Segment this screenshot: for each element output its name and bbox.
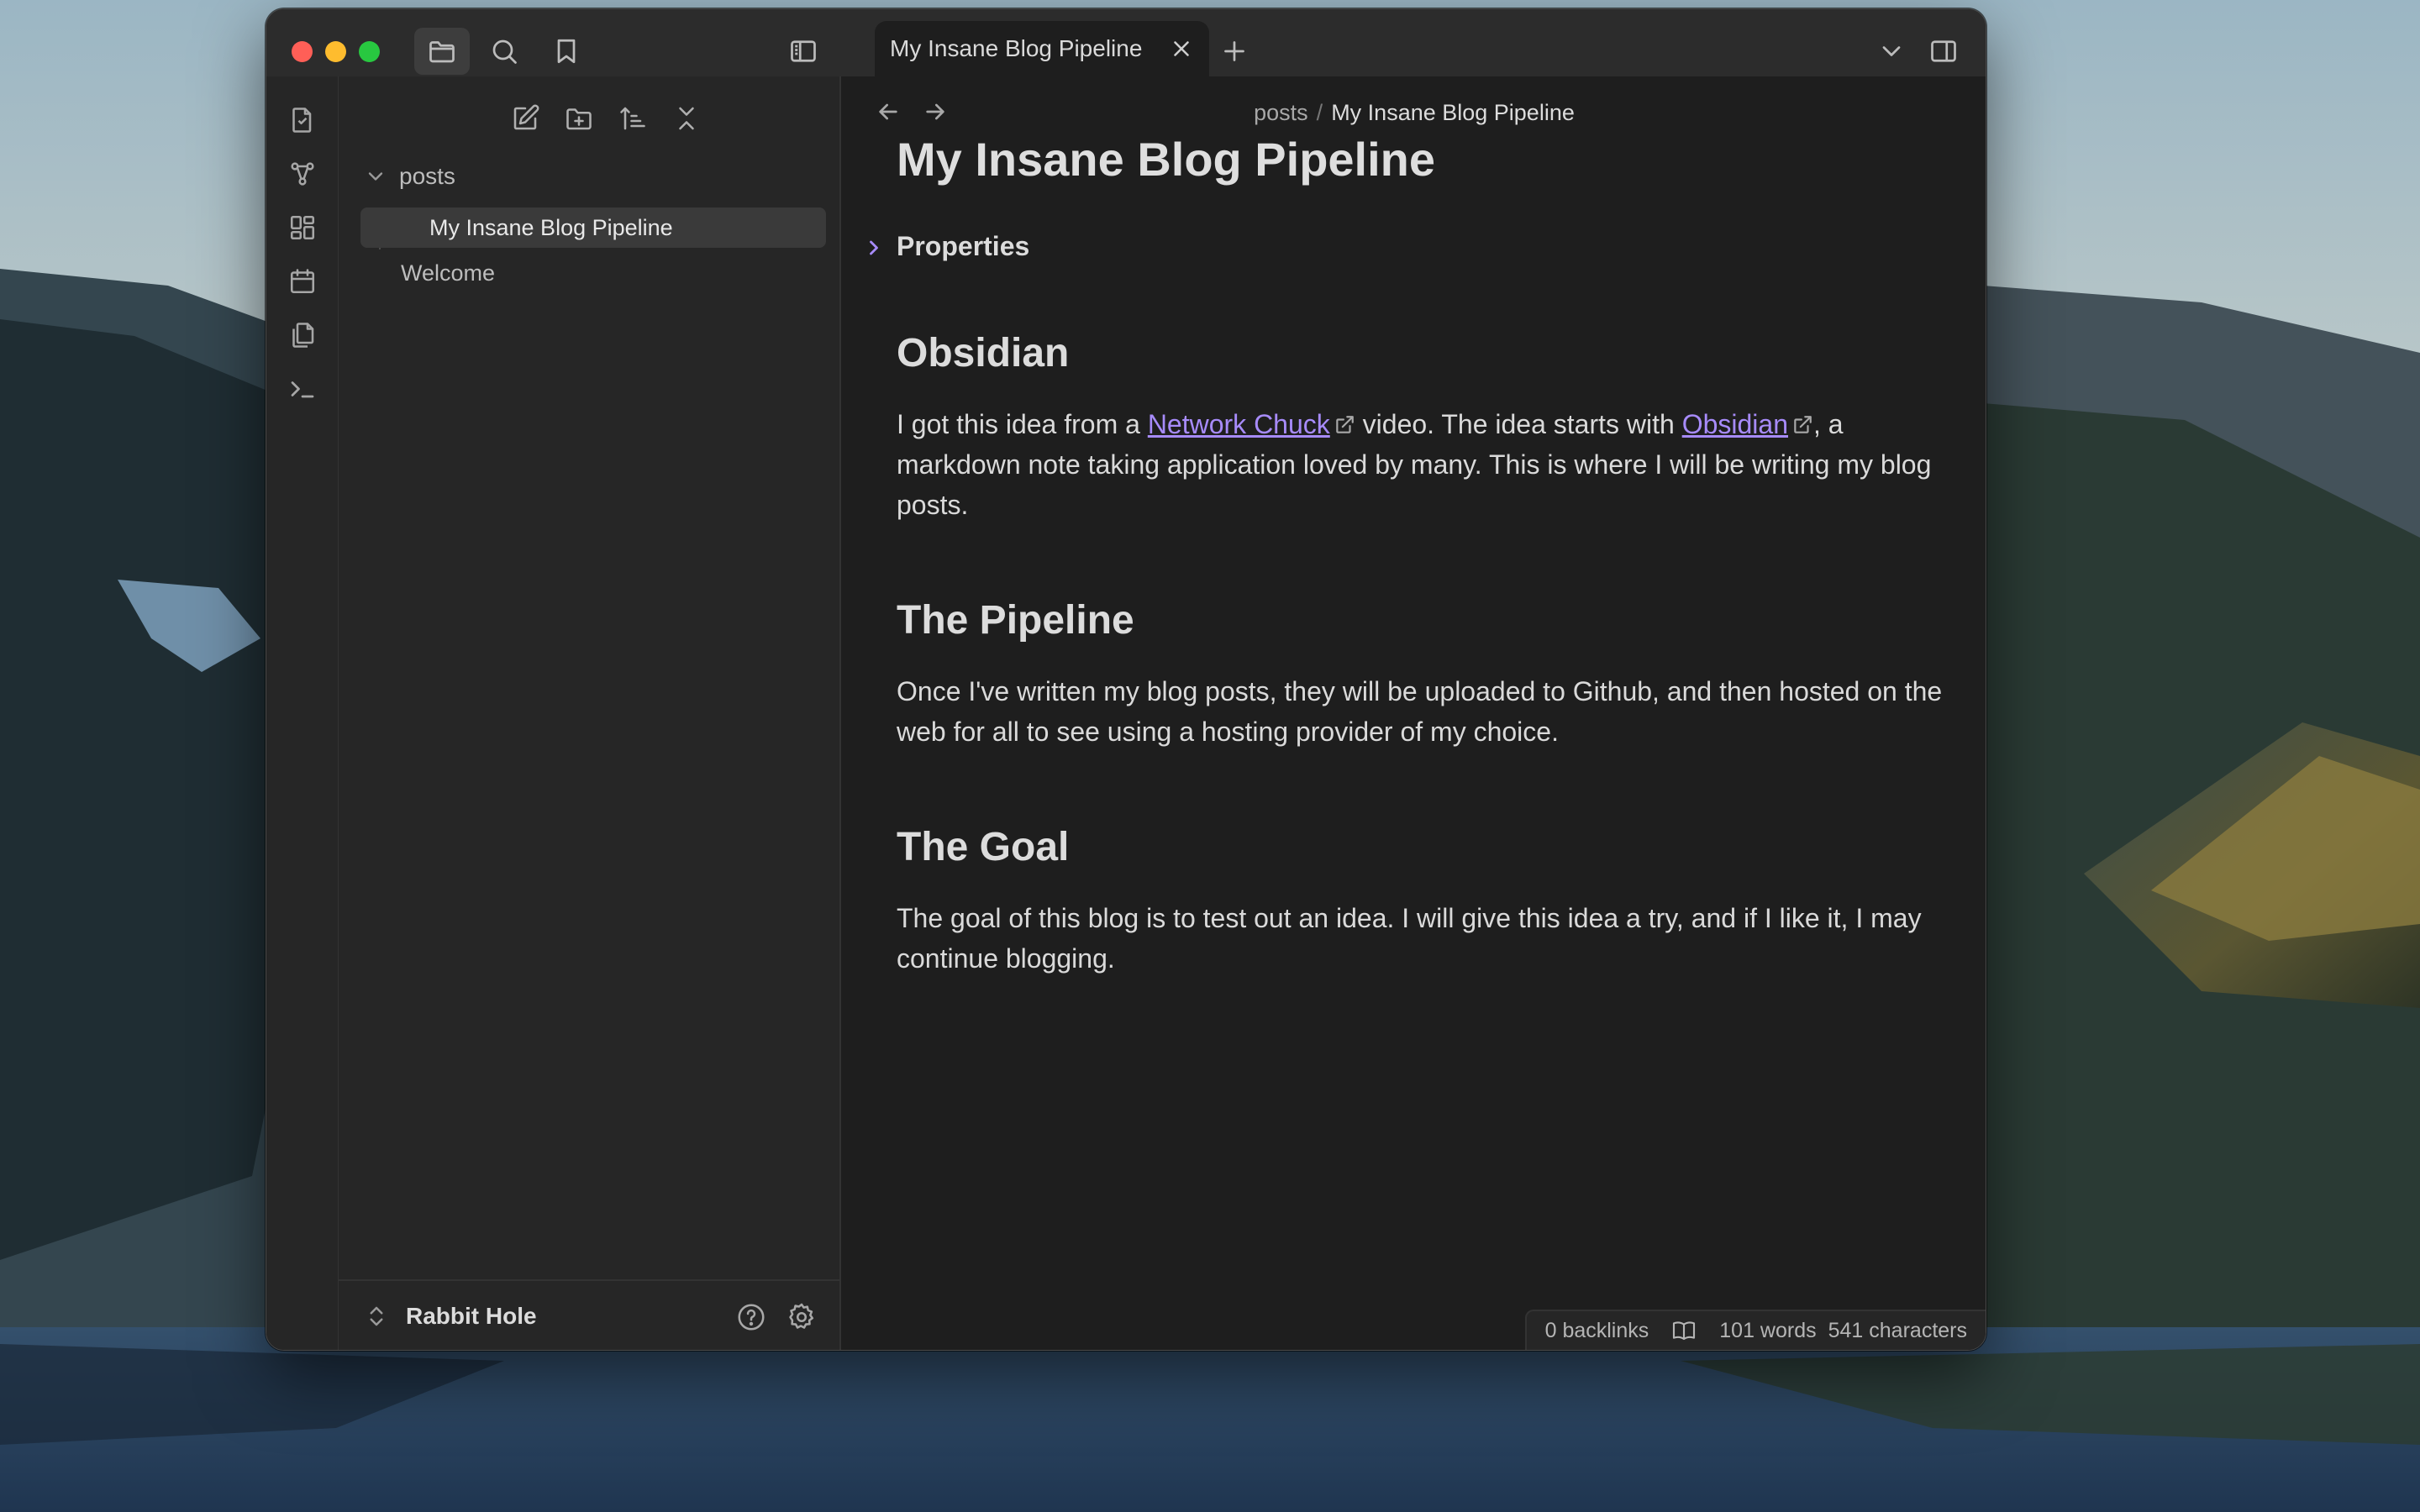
new-tab-button[interactable] (1214, 28, 1255, 75)
zoom-window-button[interactable] (359, 41, 380, 62)
bookmarks-tab-button[interactable] (539, 28, 594, 75)
app-window: My Insane Blog Pipeline posts My Insane … (266, 8, 1986, 1351)
vault-name[interactable]: Rabbit Hole (406, 1303, 537, 1330)
page-title: My Insane Blog Pipeline (897, 133, 1436, 186)
search-icon (492, 39, 517, 64)
templates-button[interactable] (284, 317, 321, 354)
folder-posts[interactable]: posts (364, 159, 455, 194)
new-folder-icon (566, 108, 592, 130)
close-tab-button[interactable] (1169, 36, 1194, 61)
properties-toggle[interactable]: Properties (897, 231, 1029, 262)
graph-view-icon (291, 162, 314, 186)
network-chuck-link[interactable]: Network Chuck (1148, 409, 1330, 439)
folder-label: posts (399, 163, 455, 189)
paragraph-goal: The goal of this blog is to test out an … (897, 903, 1922, 974)
chevron-right-icon[interactable] (862, 236, 886, 260)
open-quick-switcher-icon (292, 108, 312, 133)
minimize-window-button[interactable] (325, 41, 346, 62)
paragraph-pipeline: Once I've written my blog posts, they wi… (897, 676, 1943, 747)
character-count: 541 characters (1828, 1318, 1967, 1342)
paragraph-obsidian: I got this idea from a Network Chuck vid… (897, 404, 1947, 525)
tab-my-insane-blog-pipeline[interactable]: My Insane Blog Pipeline (875, 21, 1209, 76)
file-label: My Insane Blog Pipeline (429, 214, 673, 240)
templates-icon (292, 323, 314, 348)
canvas-button[interactable] (284, 209, 321, 246)
gear-icon (789, 1303, 814, 1329)
title-bar: My Insane Blog Pipeline (266, 9, 1986, 76)
tab-title: My Insane Blog Pipeline (890, 35, 1143, 61)
file-label: Welcome (401, 260, 496, 286)
sort-icon (620, 107, 645, 130)
help-icon (738, 1304, 765, 1331)
chevron-down-icon (368, 172, 383, 181)
command-palette-button[interactable] (284, 370, 321, 407)
document-content: My Insane Blog Pipeline Properties Obsid… (843, 76, 1986, 1350)
file-explorer-sidebar: posts My Insane Blog Pipeline Welcome Ra… (339, 76, 841, 1350)
status-bar: 0 backlinks 101 words 541 characters (1524, 1310, 1986, 1350)
obsidian-link[interactable]: Obsidian (1682, 409, 1788, 439)
vault-switcher-icon[interactable] (364, 1303, 389, 1330)
toggle-left-sidebar-button[interactable] (776, 28, 831, 75)
reading-view-icon[interactable] (1670, 1317, 1697, 1344)
new-note-button[interactable] (505, 98, 545, 139)
collapse-all-button[interactable] (666, 98, 707, 139)
graph-view-button[interactable] (284, 155, 321, 192)
chevron-down-icon (1882, 46, 1901, 56)
daily-note-button[interactable] (284, 263, 321, 300)
new-note-icon (513, 104, 539, 130)
backlinks-count[interactable]: 0 backlinks (1545, 1319, 1649, 1343)
toggle-right-sidebar-button[interactable] (1922, 28, 1965, 75)
file-welcome[interactable]: Welcome (360, 253, 826, 293)
open-quick-switcher-button[interactable] (284, 102, 321, 139)
new-folder-button[interactable] (559, 98, 599, 139)
left-ribbon (266, 76, 339, 1350)
help-button[interactable] (735, 1301, 769, 1335)
paragraph-text: video. The idea starts with (1355, 409, 1682, 439)
heading-the-goal: The Goal (897, 825, 1070, 869)
tab-list-button[interactable] (1871, 28, 1912, 75)
files-tab-button[interactable] (414, 28, 470, 75)
right-sidebar-icon (1931, 40, 1956, 62)
external-link-icon (1336, 416, 1354, 433)
command-palette-icon (291, 381, 314, 398)
heading-the-pipeline: The Pipeline (897, 598, 1134, 643)
external-link-icon (1794, 416, 1812, 433)
word-count: 101 words (1719, 1318, 1817, 1342)
vault-profile-bar: Rabbit Hole (339, 1279, 839, 1350)
heading-obsidian: Obsidian (897, 331, 1070, 375)
plus-icon (1224, 41, 1244, 61)
sort-button[interactable] (613, 98, 653, 139)
daily-note-icon (290, 269, 315, 294)
paragraph-text: I got this idea from a (897, 409, 1148, 439)
folder-icon (429, 41, 455, 63)
search-tab-button[interactable] (476, 28, 532, 75)
bookmark-icon (557, 39, 576, 64)
canvas-icon (290, 215, 315, 240)
sidebar-toggle-icon (791, 40, 816, 62)
collapse-all-icon (679, 107, 694, 130)
close-icon (1174, 41, 1189, 56)
settings-button[interactable] (786, 1301, 819, 1335)
file-my-insane-blog-pipeline[interactable]: My Insane Blog Pipeline (360, 207, 826, 248)
close-window-button[interactable] (292, 41, 313, 62)
